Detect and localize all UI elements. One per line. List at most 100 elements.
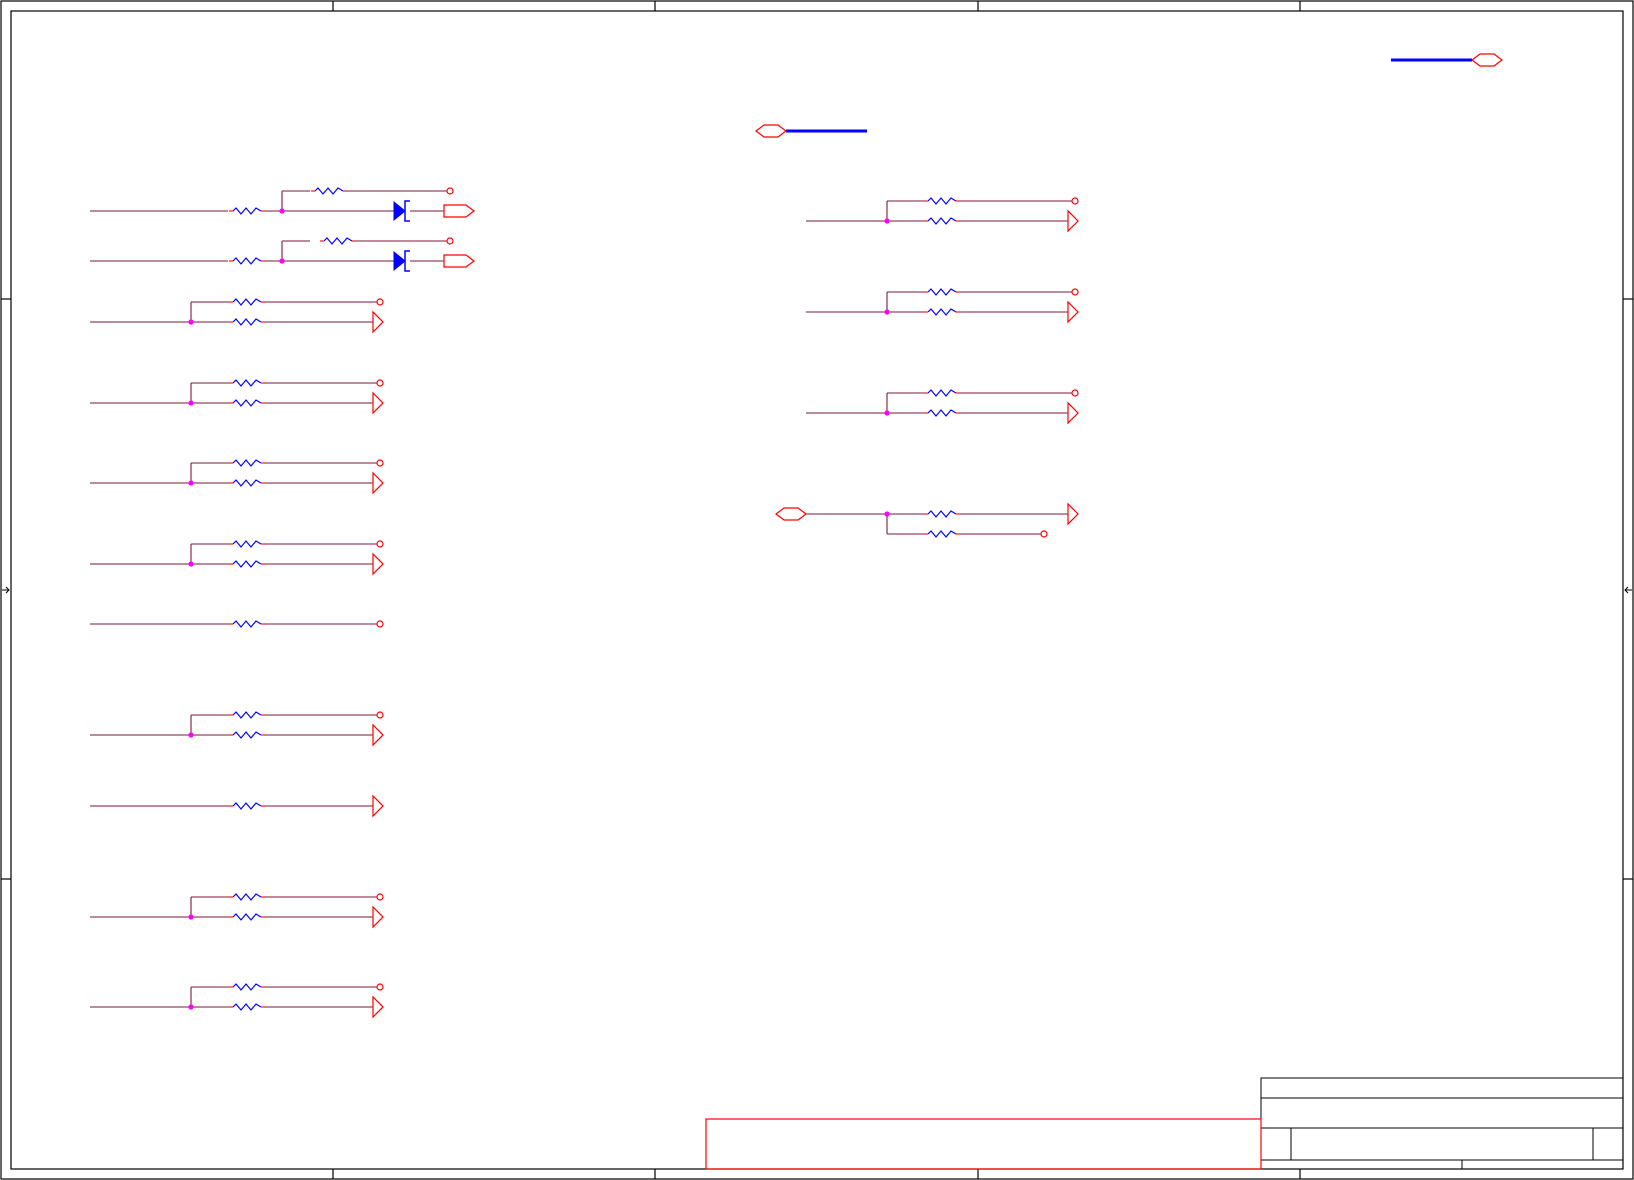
resistor-icon[interactable]: [232, 893, 262, 901]
junction-dot-icon: [188, 400, 194, 406]
open-circle-terminal-icon[interactable]: [1071, 197, 1079, 205]
triangle-port-icon[interactable]: [372, 905, 384, 929]
offpage-connector-icon[interactable]: [443, 254, 475, 268]
offpage-connector-icon[interactable]: [443, 204, 475, 218]
diode-circuit-row: [90, 237, 475, 272]
zener-diode-cathode: [404, 250, 410, 272]
triangle-port-icon[interactable]: [1067, 502, 1079, 526]
single-resistor-port-row: [90, 794, 384, 818]
junction-dot-icon: [884, 511, 890, 517]
resistor-icon[interactable]: [232, 207, 262, 215]
open-circle-terminal-icon[interactable]: [376, 983, 384, 991]
junction-dot-icon: [884, 410, 890, 416]
triangle-port-icon[interactable]: [372, 471, 384, 495]
resistor-icon[interactable]: [232, 479, 262, 487]
resistor-icon[interactable]: [232, 731, 262, 739]
dual-resistor-circuit-row: [90, 893, 384, 929]
open-circle-terminal-icon[interactable]: [376, 459, 384, 467]
triangle-port-icon[interactable]: [1067, 209, 1079, 233]
resistor-icon[interactable]: [927, 510, 957, 518]
dual-resistor-circuit-row: [806, 197, 1079, 233]
triangle-port-icon[interactable]: [372, 995, 384, 1019]
junction-dot-icon: [884, 309, 890, 315]
bidirectional-port-icon[interactable]: [775, 507, 807, 521]
triangle-port-icon[interactable]: [372, 723, 384, 747]
resistor-icon[interactable]: [232, 913, 262, 921]
bidirectional-port-icon: [755, 124, 787, 138]
resistor-icon[interactable]: [927, 409, 957, 417]
right-circuit-column: [775, 197, 1079, 538]
sheet-frame: [0, 0, 1634, 1180]
resistor-icon[interactable]: [927, 197, 957, 205]
resistor-icon[interactable]: [232, 983, 262, 991]
resistor-icon[interactable]: [232, 318, 262, 326]
resistor-icon[interactable]: [232, 540, 262, 548]
open-circle-terminal-icon[interactable]: [376, 893, 384, 901]
bus-net-top-center[interactable]: [755, 124, 867, 138]
resistor-icon[interactable]: [314, 187, 344, 195]
dual-resistor-circuit-row: [806, 389, 1079, 425]
open-circle-terminal-icon[interactable]: [376, 379, 384, 387]
open-circle-terminal-icon[interactable]: [376, 711, 384, 719]
resistor-icon[interactable]: [232, 802, 262, 810]
junction-dot-icon: [188, 561, 194, 567]
zener-diode-body: [393, 200, 406, 222]
bidirectional-input-row: [775, 502, 1079, 538]
bus-net-top-right[interactable]: [1391, 53, 1503, 67]
junction-dot-icon: [188, 319, 194, 325]
open-circle-terminal-icon[interactable]: [1040, 530, 1048, 538]
triangle-port-icon[interactable]: [372, 310, 384, 334]
dual-resistor-circuit-row: [90, 540, 384, 576]
open-circle-terminal-icon[interactable]: [446, 187, 454, 195]
junction-dot-icon: [279, 208, 285, 214]
single-resistor-terminal-row: [90, 620, 384, 628]
resistor-icon[interactable]: [323, 237, 353, 245]
junction-dot-icon: [279, 258, 285, 264]
resistor-icon[interactable]: [232, 399, 262, 407]
open-circle-terminal-icon[interactable]: [376, 540, 384, 548]
dual-resistor-circuit-row: [90, 711, 384, 747]
triangle-port-icon[interactable]: [1067, 300, 1079, 324]
resistor-icon[interactable]: [232, 257, 262, 265]
dual-resistor-circuit-row: [90, 459, 384, 495]
open-circle-terminal-icon[interactable]: [446, 237, 454, 245]
open-circle-terminal-icon[interactable]: [1071, 288, 1079, 296]
triangle-port-icon[interactable]: [1067, 401, 1079, 425]
zener-diode-icon[interactable]: [393, 250, 410, 272]
junction-dot-icon: [188, 480, 194, 486]
resistor-icon[interactable]: [232, 1003, 262, 1011]
dual-resistor-circuit-row: [90, 298, 384, 334]
junction-dot-icon: [884, 218, 890, 224]
dual-resistor-circuit-row: [90, 983, 384, 1019]
triangle-port-icon[interactable]: [372, 391, 384, 415]
resistor-icon[interactable]: [232, 379, 262, 387]
diode-circuit-row: [90, 187, 475, 222]
dual-resistor-circuit-row: [90, 379, 384, 415]
title-block: [705, 1077, 1624, 1170]
dual-resistor-circuit-row: [806, 288, 1079, 324]
left-circuit-column: [90, 187, 475, 1019]
resistor-icon[interactable]: [927, 308, 957, 316]
open-circle-terminal-icon[interactable]: [376, 298, 384, 306]
junction-dot-icon: [188, 914, 194, 920]
resistor-icon[interactable]: [927, 389, 957, 397]
resistor-icon[interactable]: [232, 459, 262, 467]
resistor-icon[interactable]: [232, 620, 262, 628]
junction-dot-icon: [188, 1004, 194, 1010]
resistor-icon[interactable]: [927, 217, 957, 225]
revision-box: [705, 1118, 1262, 1170]
triangle-port-icon[interactable]: [372, 794, 384, 818]
resistor-icon[interactable]: [927, 530, 957, 538]
resistor-icon[interactable]: [232, 298, 262, 306]
triangle-port-icon[interactable]: [372, 552, 384, 576]
resistor-icon[interactable]: [232, 560, 262, 568]
resistor-icon[interactable]: [232, 711, 262, 719]
open-circle-terminal-icon[interactable]: [376, 620, 384, 628]
schematic-sheet: [0, 0, 1634, 1180]
zener-diode-icon[interactable]: [393, 200, 410, 222]
bidirectional-port-icon: [1471, 53, 1503, 67]
resistor-icon[interactable]: [927, 288, 957, 296]
zener-diode-cathode: [404, 200, 410, 222]
open-circle-terminal-icon[interactable]: [1071, 389, 1079, 397]
junction-dot-icon: [188, 732, 194, 738]
